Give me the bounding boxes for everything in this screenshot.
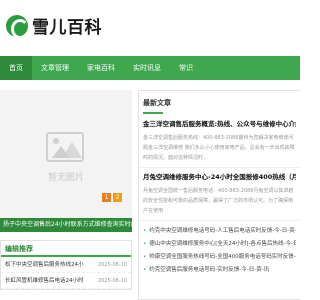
- image-slider[interactable]: 暂无图片 1 2: [0, 90, 132, 218]
- article-link-list: 约克中央空调维修电话号码-人工售后电话实时反馈-今-日-资-讯 德山中央空调维修…: [139, 221, 300, 277]
- slider-page-1[interactable]: 1: [102, 193, 111, 202]
- article-link[interactable]: 德山中央空调维修服务中心[全天24小时]-各点售后热线-今-日-资-讯: [143, 238, 296, 251]
- list-item[interactable]: 松下中央空调售后服务热线24小 2025-08-10: [1, 257, 131, 273]
- recommend-title: 编辑推荐: [1, 241, 131, 257]
- logo-text: 雪儿百科: [32, 18, 102, 38]
- article-link[interactable]: 帅康空调全国服务热线号码-全国400服务电话号码实时反馈-今-日-资-讯: [143, 251, 296, 264]
- list-item[interactable]: 长虹风管机维修售后电话24小时 2025-08-10: [1, 273, 131, 289]
- latest-articles: 最新文章 金三洋空调售后服务概览:热线、公众号与维修中心介绍（金三洋 金三洋空调…: [138, 90, 300, 300]
- article-title[interactable]: 金三洋空调售后服务概览:热线、公众号与维修中心介绍（金三洋: [143, 118, 296, 128]
- image-placeholder-icon: [46, 132, 84, 162]
- editor-recommend: 编辑推荐 松下中央空调售后服务热线24小 2025-08-10 长虹风管机维修售…: [0, 240, 132, 290]
- article-title[interactable]: 月兔空调维修服务中心-24小时全国报修400热线（月兔空调售后: [143, 171, 296, 181]
- article-item[interactable]: 月兔空调维修服务中心-24小时全国报修400热线（月兔空调售后 月兔空调全国统一…: [139, 168, 300, 221]
- main-nav: 首页 文章管理 家电百科 实时讯息 常识: [0, 56, 300, 80]
- list-item-title[interactable]: 长虹风管机维修售后电话24小时: [5, 273, 84, 288]
- latest-title: 最新文章: [139, 91, 300, 115]
- nav-item-appliance-wiki[interactable]: 家电百科: [78, 56, 124, 80]
- slider-pager: 1 2: [102, 193, 122, 202]
- slider-caption[interactable]: 扬子中央空调售后24小时联系方式维修查询实时反: [0, 218, 132, 232]
- list-item-date: 2025-08-10: [97, 262, 127, 268]
- article-summary: 金三洋空调售后服务热线：400-883-2086期待为您解决家电维修问题金三洋空…: [143, 135, 295, 161]
- slider-page-2[interactable]: 2: [113, 193, 122, 202]
- title-underline: [143, 112, 163, 114]
- nav-item-articles[interactable]: 文章管理: [32, 56, 78, 80]
- site-header: 雪儿百科: [0, 0, 300, 56]
- nav-item-tips[interactable]: 常识: [170, 56, 202, 80]
- image-placeholder-text: 暂无图片: [47, 173, 84, 183]
- list-item-date: 2025-08-10: [97, 278, 127, 284]
- nav-item-home[interactable]: 首页: [0, 56, 32, 80]
- logo-icon: [6, 14, 29, 39]
- article-link[interactable]: 约克中央空调维修电话号码-人工售后电话实时反馈-今-日-资-讯: [143, 225, 296, 238]
- article-item[interactable]: 金三洋空调售后服务概览:热线、公众号与维修中心介绍（金三洋 金三洋空调售后服务热…: [139, 115, 300, 168]
- left-column: 暂无图片 1 2 扬子中央空调售后24小时联系方式维修查询实时反 编辑推荐 松下…: [0, 90, 132, 290]
- article-link[interactable]: 约克空调售后服务电话号码-实时反馈-今-日-资-讯: [143, 264, 296, 277]
- article-summary: 月兔空调全国统一售后服务电话：400-883-2086月兔空调以其卓越的安全性能…: [143, 188, 294, 214]
- list-item-title[interactable]: 松下中央空调售后服务热线24小: [5, 257, 84, 272]
- nav-item-news[interactable]: 实时讯息: [124, 56, 170, 80]
- site-logo[interactable]: 雪儿百科: [6, 13, 102, 39]
